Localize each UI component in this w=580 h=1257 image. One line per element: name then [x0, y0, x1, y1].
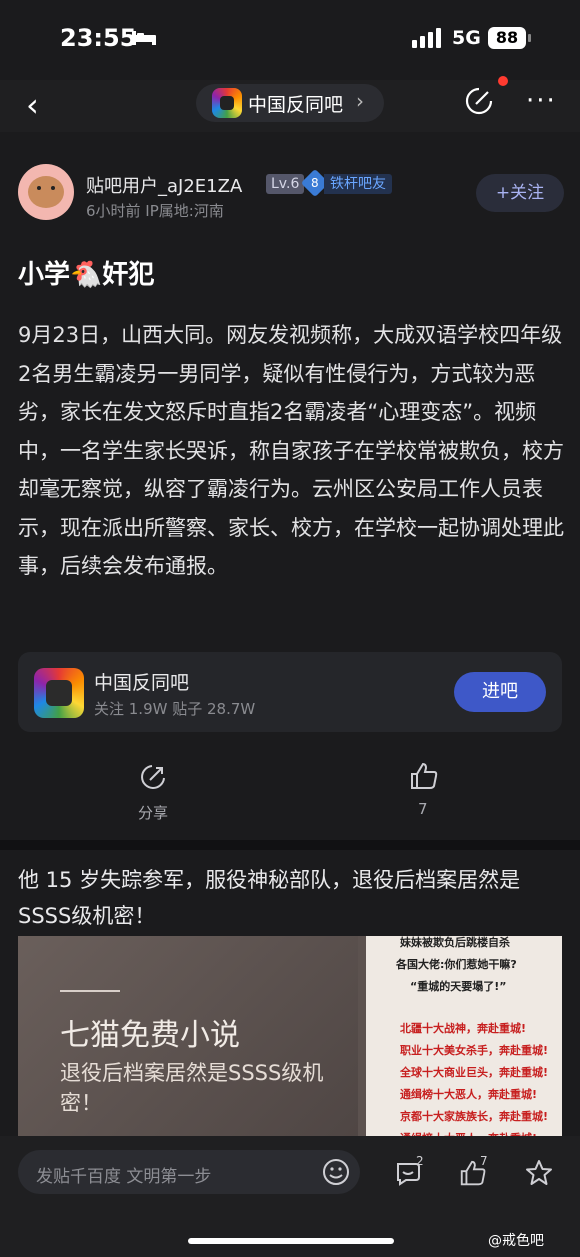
- watermark: @戒色吧: [488, 1233, 544, 1249]
- ad-line: 妹妹被欺负后跳楼自杀: [400, 936, 510, 949]
- forum-pill-name[interactable]: 中国反同吧: [248, 90, 343, 117]
- chevron-right-icon: ›: [356, 89, 364, 113]
- forum-avatar[interactable]: [212, 88, 242, 118]
- more-button[interactable]: ···: [526, 86, 557, 116]
- ad-line: 北疆十大战神，奔赴重城!: [400, 1022, 527, 1035]
- recommend-rule: [60, 990, 120, 992]
- forum-card-stats: 关注 1.9W 贴子 28.7W: [94, 700, 256, 718]
- recommend-image-right: 妹妹被欺负后跳楼自杀 各国大佬:你们惹她干嘛? “重城的天要塌了!” 北疆十大战…: [366, 936, 562, 1145]
- network-type: 5G: [452, 27, 481, 49]
- ad-line: 京都十大家族族长，奔赴重城!: [400, 1110, 549, 1123]
- ad-line: 职业十大美女杀手，奔赴重城!: [400, 1044, 549, 1057]
- sleep-mode-icon: [132, 31, 156, 45]
- post-body: 9月23日，山西大同。网友发视频称，大成双语学校四年级2名男生霸凌另一男同学，疑…: [18, 323, 564, 578]
- battery-cap: [528, 34, 531, 42]
- ad-line: 各国大佬:你们惹她干嘛?: [396, 958, 517, 971]
- ad-line: “重城的天要塌了!”: [410, 980, 507, 993]
- section-divider: [0, 840, 580, 850]
- share-icon[interactable]: [138, 762, 168, 792]
- edit-icon[interactable]: [464, 86, 494, 116]
- author-name[interactable]: 贴吧用户_aJ2E1ZA: [86, 172, 242, 198]
- thumbs-up-icon[interactable]: [408, 760, 440, 792]
- follow-button[interactable]: +关注: [476, 174, 564, 212]
- bottom-like-count: 7: [480, 1154, 488, 1168]
- signal-icon: [412, 28, 444, 48]
- ad-line: 全球十大商业巨头，奔赴重城!: [400, 1066, 549, 1079]
- recommend-description: 退役后档案居然是SSSS级机密！: [60, 1061, 324, 1115]
- forum-card-avatar[interactable]: [34, 668, 84, 718]
- reply-input-placeholder[interactable]: 发贴千百度 文明第一步: [36, 1162, 211, 1187]
- post-meta: 6小时前 IP属地:河南: [86, 202, 224, 220]
- author-avatar[interactable]: [18, 164, 74, 220]
- recommend-brand: 七猫免费小说: [60, 1018, 240, 1053]
- level-badge: Lv.6: [266, 174, 305, 194]
- battery-indicator: 88: [488, 27, 526, 49]
- like-count: 7: [418, 800, 428, 818]
- star-icon[interactable]: [524, 1158, 554, 1188]
- ad-line: 通缉榜十大恶人，奔赴重城!: [400, 1088, 538, 1101]
- notification-dot: [498, 76, 508, 86]
- home-indicator: [188, 1238, 394, 1244]
- comment-count: 2: [416, 1154, 424, 1168]
- emoji-icon[interactable]: [322, 1158, 350, 1186]
- join-forum-button[interactable]: 进吧: [454, 672, 546, 712]
- back-button[interactable]: ‹: [26, 86, 39, 124]
- recommend-title[interactable]: 他 15 岁失踪参军，服役神秘部队，退役后档案居然是SSSS级机密！: [18, 862, 566, 934]
- post-title: 小学🐔奸犯: [18, 260, 155, 290]
- share-label[interactable]: 分享: [138, 802, 168, 823]
- fan-title-badge: 铁杆吧友: [324, 174, 392, 194]
- forum-card-name[interactable]: 中国反同吧: [94, 668, 189, 695]
- status-time: 23:55: [60, 24, 137, 52]
